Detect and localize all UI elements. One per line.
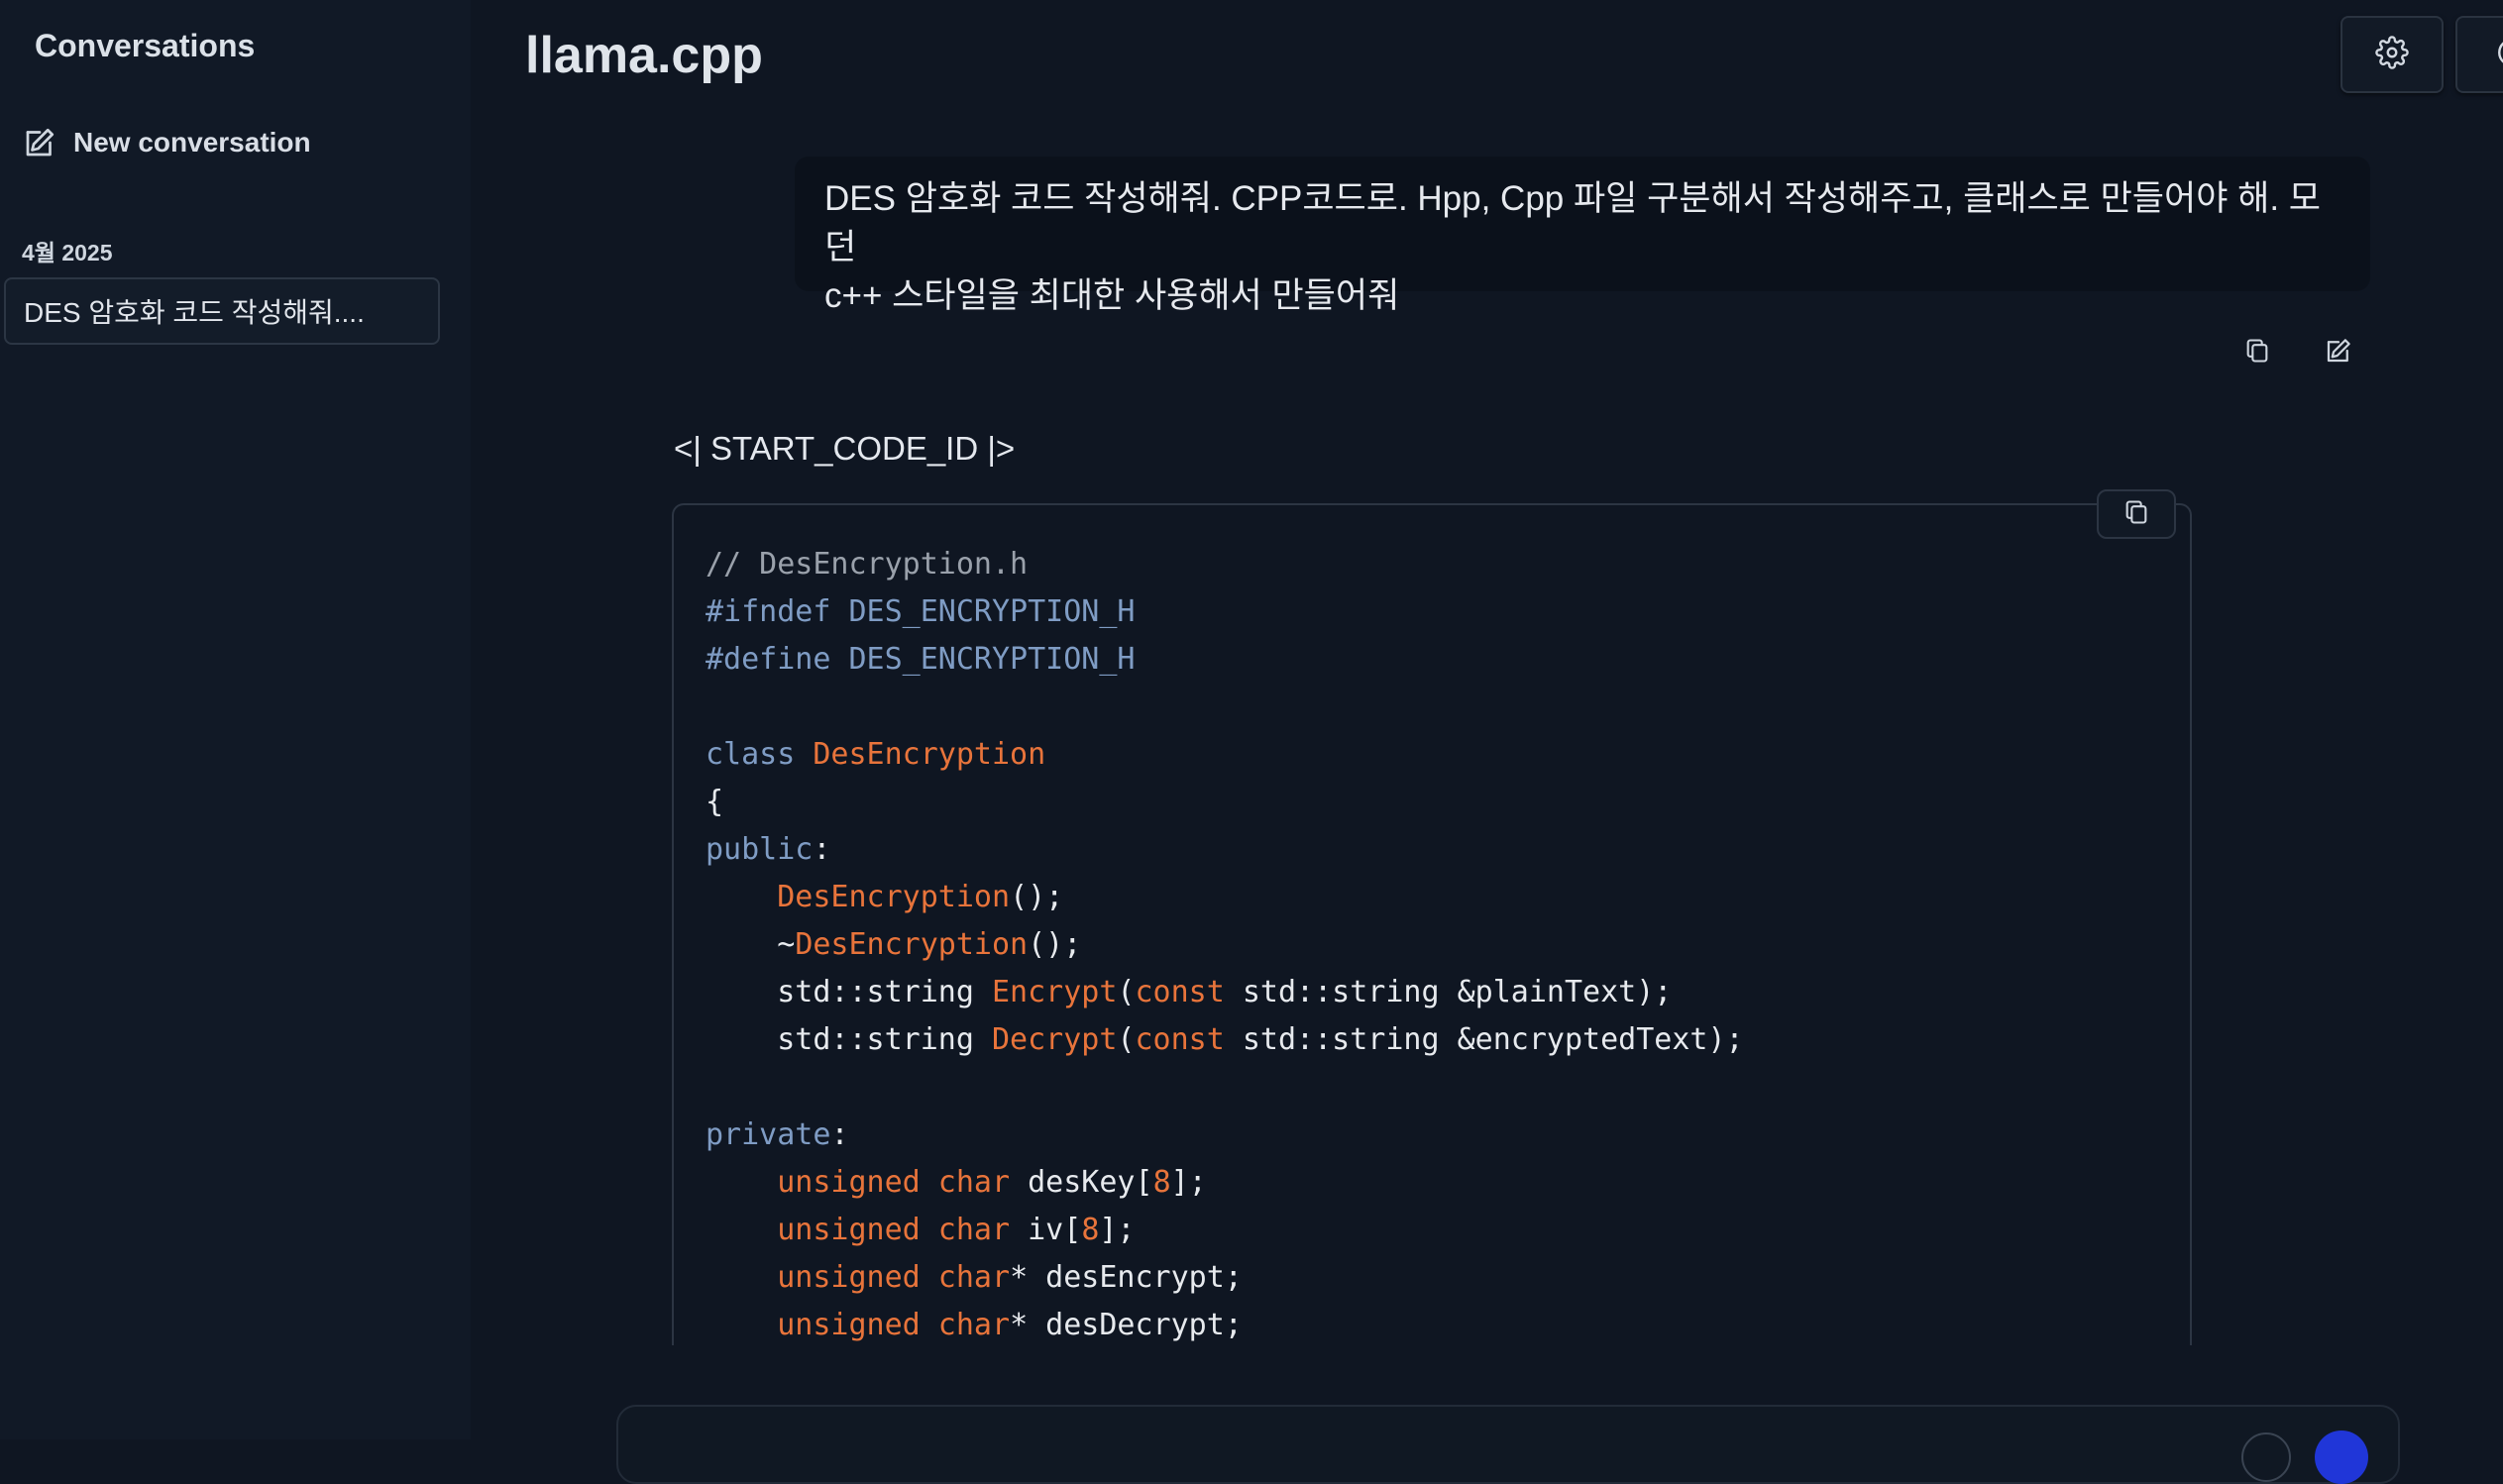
copy-icon (2122, 498, 2150, 531)
code-line: DesEncryption(); (777, 880, 1064, 914)
new-conversation-button[interactable]: New conversation (22, 121, 311, 164)
message-actions (2239, 335, 2356, 371)
sidebar: Conversations New conversation 4월 2025 D… (0, 0, 471, 1439)
conversation-date-group: 4월 2025 (22, 240, 113, 265)
message-input-box[interactable] (616, 1405, 2400, 1484)
assistant-intro-text: <| START_CODE_ID |> (674, 430, 1016, 467)
copy-message-button[interactable] (2239, 335, 2275, 371)
code-line: std::string Decrypt(const std::string &e… (706, 1022, 1744, 1057)
code-line: #define DES_ENCRYPTION_H (706, 642, 1136, 677)
edit-message-button[interactable] (2321, 335, 2356, 371)
app-title: llama.cpp (525, 27, 763, 84)
copy-code-button[interactable] (2097, 489, 2176, 539)
code-block: // DesEncryption.h #ifndef DES_ENCRYPTIO… (672, 503, 2192, 1345)
edit-icon (2324, 336, 2353, 371)
theme-icon (2495, 36, 2503, 74)
code-line: private: (706, 1117, 849, 1152)
theme-toggle-button[interactable] (2455, 16, 2503, 93)
code-line: unsigned char* desDecrypt; (777, 1308, 1243, 1342)
user-message-line-2: c++ 스타일을 최대한 사용해서 만들어줘 (824, 276, 1400, 315)
code-line: unsigned char* desEncrypt; (777, 1260, 1243, 1295)
code-line: class DesEncryption (706, 737, 1046, 772)
settings-button[interactable] (2340, 16, 2444, 93)
user-message-line-1: DES 암호화 코드 작성해줘. CPP코드로. Hpp, Cpp 파일 구분해… (824, 179, 2321, 266)
code-line: std::string Encrypt(const std::string &p… (706, 975, 1673, 1009)
copy-icon (2243, 337, 2271, 370)
edit-icon (22, 125, 57, 160)
code-line: unsigned char desKey[8]; (777, 1165, 1207, 1200)
code-line: public: (706, 832, 831, 867)
code-line: // DesEncryption.h (706, 547, 1029, 582)
new-conversation-label: New conversation (73, 127, 311, 158)
gear-icon (2375, 35, 2409, 74)
code-line: unsigned char iv[8]; (777, 1213, 1136, 1247)
conversation-item[interactable]: DES 암호화 코드 작성해줘.... (4, 277, 440, 345)
code-line: #ifndef DES_ENCRYPTION_H (706, 594, 1136, 629)
user-message: DES 암호화 코드 작성해줘. CPP코드로. Hpp, Cpp 파일 구분해… (795, 157, 2370, 315)
sidebar-title: Conversations (35, 28, 256, 63)
code-line: ~DesEncryption(); (706, 927, 1082, 962)
stop-button[interactable] (2241, 1432, 2291, 1482)
send-button[interactable] (2315, 1431, 2368, 1484)
code-content: // DesEncryption.h #ifndef DES_ENCRYPTIO… (706, 541, 1744, 1345)
code-line: { (706, 785, 724, 819)
